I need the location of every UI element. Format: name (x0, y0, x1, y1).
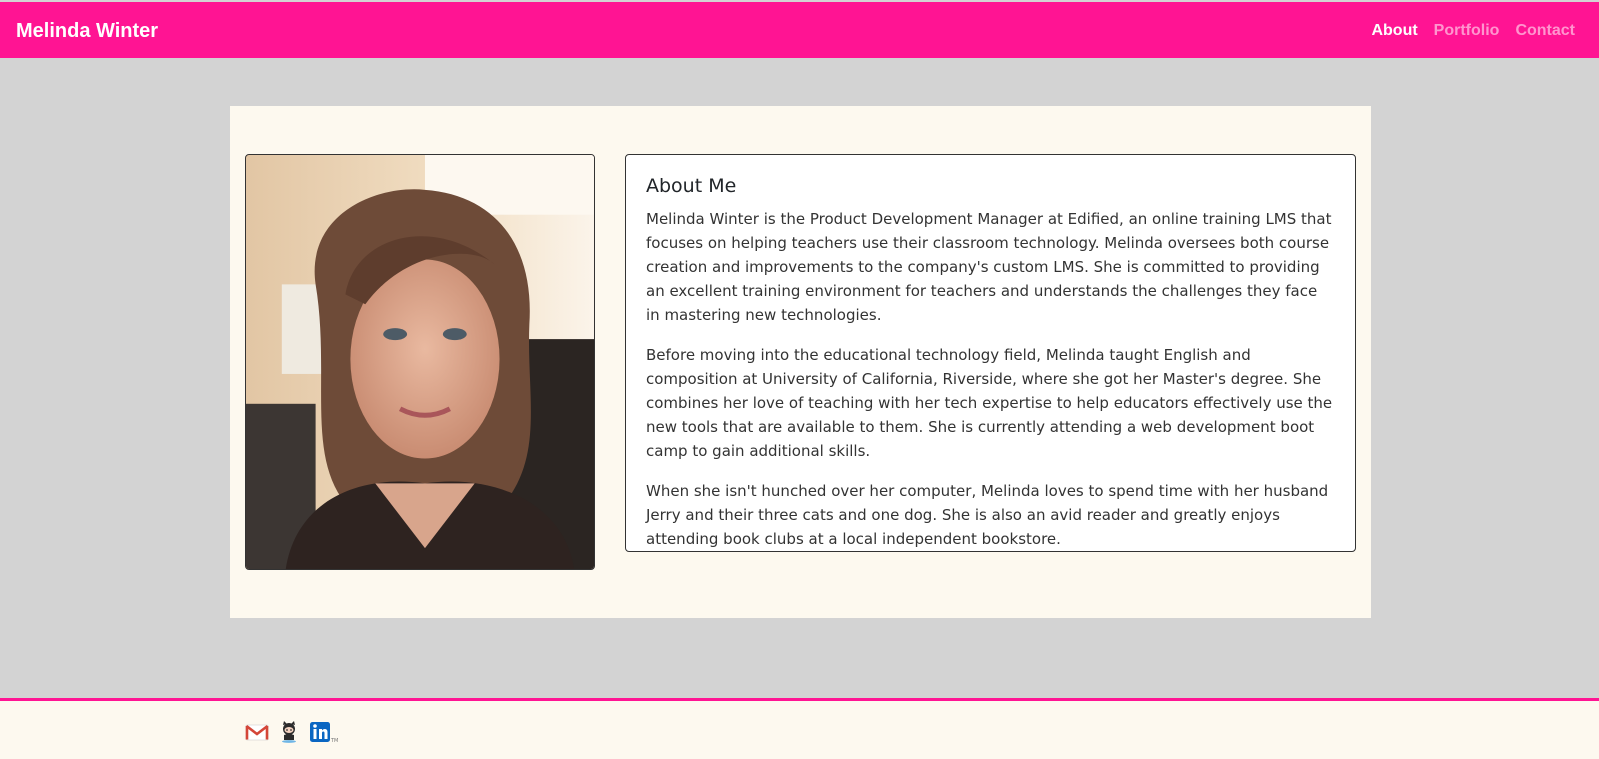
linkedin-icon[interactable]: TM (309, 720, 343, 744)
svg-text:TM: TM (330, 738, 338, 744)
about-card: About Me Melinda Winter is the Product D… (625, 154, 1356, 552)
gmail-icon[interactable] (245, 720, 269, 744)
brand-title[interactable]: Melinda Winter (16, 20, 158, 43)
github-icon[interactable] (277, 720, 301, 744)
about-paragraph: When she isn't hunched over her computer… (646, 482, 1329, 548)
nav-link-portfolio[interactable]: Portfolio (1434, 22, 1500, 40)
nav-link-about[interactable]: About (1371, 22, 1417, 40)
main-content: About Me Melinda Winter is the Product D… (230, 106, 1371, 618)
profile-photo (245, 154, 595, 570)
portrait-image (246, 155, 594, 569)
about-paragraph: Before moving into the educational techn… (646, 346, 1333, 460)
navbar: Melinda Winter About Portfolio Contact (0, 2, 1599, 58)
about-title: About Me (646, 175, 737, 197)
about-paragraph: Melinda Winter is the Product Developmen… (646, 210, 1332, 324)
nav-link-contact[interactable]: Contact (1515, 22, 1575, 40)
social-links: TM (245, 720, 343, 744)
footer: TM (0, 701, 1599, 759)
main-nav: About Portfolio Contact (1371, 22, 1575, 40)
